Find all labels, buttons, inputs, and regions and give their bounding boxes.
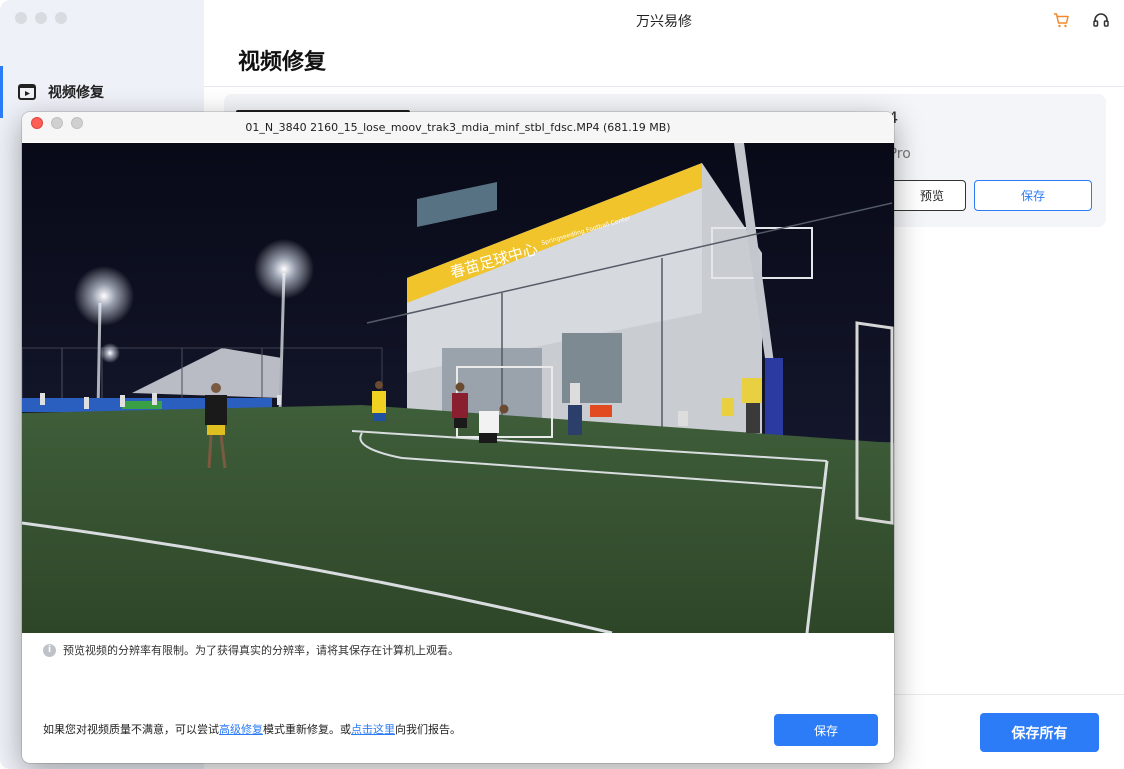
dialog-minimize-button[interactable]	[51, 117, 63, 129]
header-divider	[204, 86, 1124, 87]
video-preview[interactable]: 春苗足球中心 Springseedling Football Center	[22, 143, 894, 633]
save-all-button[interactable]: 保存所有	[980, 713, 1099, 752]
file-save-label: 保存	[1020, 189, 1045, 203]
info-icon: i	[43, 643, 56, 657]
sidebar-item-video-repair[interactable]: 视频修复	[0, 66, 204, 118]
sidebar-item-label: 视频修复	[48, 85, 104, 101]
dialog-title: 01_N_3840 2160_15_lose_moov_trak3_mdia_m…	[245, 120, 671, 134]
dialog-close-button[interactable]	[31, 117, 43, 129]
resolution-notice: i 预览视频的分辨率有限制。为了获得真实的分辨率，请将其保存在计算机上观看。	[43, 642, 459, 658]
dialog-zoom-button[interactable]	[71, 117, 83, 129]
video-icon	[18, 84, 36, 100]
advanced-repair-link[interactable]: 高级修复	[219, 723, 263, 736]
dialog-save-button[interactable]: 保存	[774, 714, 878, 746]
app-title: 万兴易修	[636, 14, 692, 30]
footer-text-part3: 向我们报告。	[395, 723, 461, 736]
footer-text-part2: 模式重新修复。或	[263, 723, 351, 736]
minimize-window-button[interactable]	[35, 12, 47, 24]
window-controls	[15, 12, 67, 24]
cart-icon[interactable]	[1052, 11, 1070, 29]
zoom-window-button[interactable]	[55, 12, 67, 24]
video-frame: 春苗足球中心 Springseedling Football Center	[22, 143, 894, 633]
notice-text: 预览视频的分辨率有限制。为了获得真实的分辨率，请将其保存在计算机上观看。	[63, 644, 459, 657]
report-link[interactable]: 点击这里	[351, 723, 395, 736]
app-titlebar: 万兴易修	[204, 0, 1124, 42]
dialog-window-controls	[31, 117, 83, 129]
dialog-save-label: 保存	[813, 723, 838, 738]
headset-icon[interactable]	[1092, 11, 1110, 29]
page-title: 视频修复	[238, 50, 327, 75]
save-all-label: 保存所有	[1011, 725, 1068, 742]
preview-dialog: 01_N_3840 2160_15_lose_moov_trak3_mdia_m…	[22, 112, 894, 763]
dialog-footer-text: 如果您对视频质量不满意，可以尝试高级修复模式重新修复。或点击这里向我们报告。	[43, 721, 461, 737]
preview-button-label: 预览	[919, 189, 944, 203]
dialog-titlebar: 01_N_3840 2160_15_lose_moov_trak3_mdia_m…	[22, 112, 894, 142]
footer-text-part1: 如果您对视频质量不满意，可以尝试	[43, 723, 219, 736]
file-save-button[interactable]: 保存	[974, 180, 1092, 211]
active-indicator	[0, 66, 3, 118]
close-window-button[interactable]	[15, 12, 27, 24]
